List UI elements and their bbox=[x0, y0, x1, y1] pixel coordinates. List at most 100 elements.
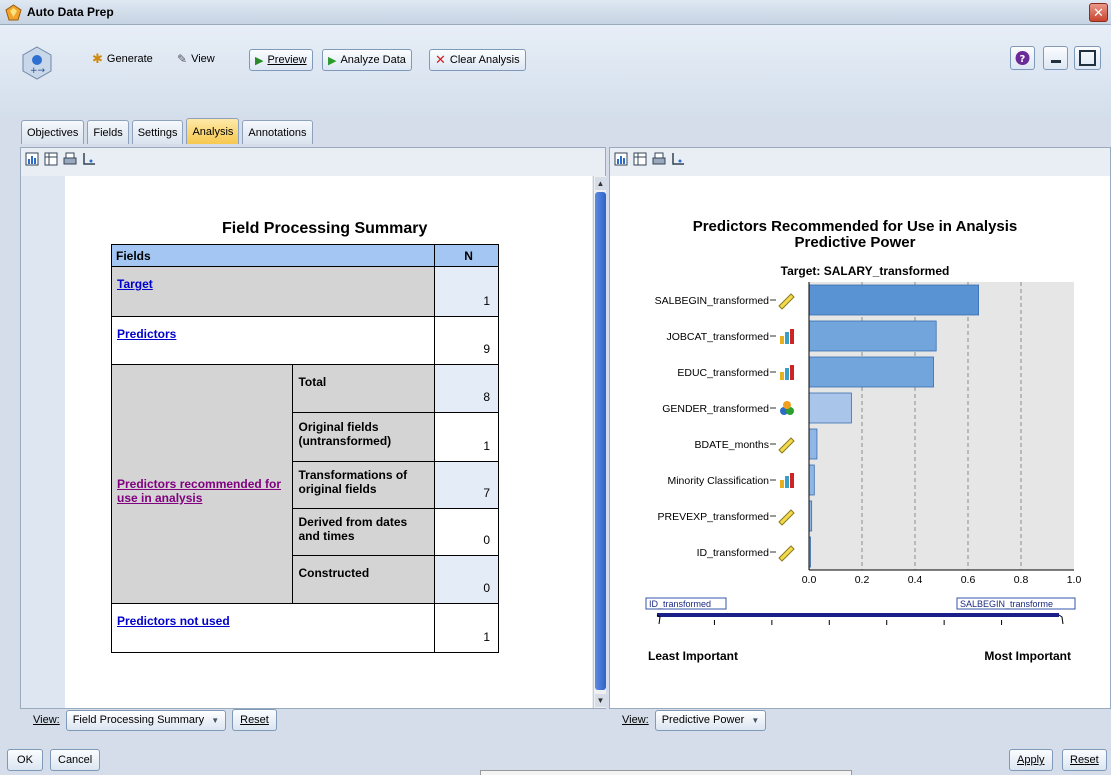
vertical-scrollbar[interactable]: ▲ ▼ bbox=[593, 176, 606, 708]
right-view-value: Predictive Power bbox=[661, 713, 745, 726]
bar-set-icon bbox=[780, 480, 784, 488]
chart-subtitle: Predictive Power bbox=[795, 234, 916, 251]
tab-objectives[interactable]: Objectives bbox=[21, 120, 85, 144]
header-n: N bbox=[434, 244, 499, 267]
copy-table-icon[interactable] bbox=[633, 152, 647, 166]
transformations-count: 7 bbox=[434, 461, 499, 509]
toolbar-area: +→ bbox=[0, 25, 1111, 116]
tab-analysis[interactable]: Analysis bbox=[186, 118, 240, 144]
left-view-value: Field Processing Summary bbox=[72, 713, 205, 726]
minimize-button[interactable] bbox=[1043, 46, 1068, 70]
close-button[interactable]: ✕ bbox=[1089, 3, 1108, 22]
minimize-icon bbox=[1051, 60, 1061, 63]
recommended-link[interactable]: Predictors recommended for use in analys… bbox=[117, 477, 281, 505]
bar bbox=[808, 356, 934, 388]
constructed-count: 0 bbox=[434, 555, 499, 604]
bar-set-icon bbox=[785, 368, 789, 380]
print-icon[interactable] bbox=[652, 152, 666, 166]
window-title: Auto Data Prep bbox=[27, 5, 114, 19]
cancel-button[interactable]: Cancel bbox=[50, 749, 101, 771]
bar-set-icon bbox=[785, 332, 789, 344]
preview-button[interactable]: ▶ Preview bbox=[249, 49, 313, 71]
ruler-icon bbox=[778, 437, 795, 454]
reset-button[interactable]: Reset bbox=[1062, 749, 1107, 771]
summary-title: Field Processing Summary bbox=[222, 220, 428, 237]
total-label: Total bbox=[292, 364, 436, 413]
tab-settings[interactable]: Settings bbox=[131, 120, 184, 144]
tab-annotations[interactable]: Annotations bbox=[242, 120, 313, 144]
slider-right-label: SALBEGIN_transforme bbox=[960, 599, 1053, 609]
copy-chart-icon[interactable] bbox=[614, 152, 628, 166]
derived-count: 0 bbox=[434, 508, 499, 556]
view-menu[interactable]: ✎ View bbox=[172, 48, 220, 70]
help-button[interactable]: ? bbox=[1010, 46, 1035, 70]
bar-set-icon bbox=[780, 372, 784, 380]
tab-fields[interactable]: Fields bbox=[87, 120, 129, 144]
target-link[interactable]: Target bbox=[117, 277, 153, 291]
bar-set-icon bbox=[790, 473, 794, 488]
category-label: ID_transformed bbox=[697, 547, 770, 559]
least-important-label: Least Important bbox=[648, 649, 738, 663]
svg-text:+→: +→ bbox=[30, 66, 46, 76]
bar-set-icon bbox=[785, 476, 789, 488]
right-panel-toolbar bbox=[610, 148, 1110, 170]
app-icon bbox=[5, 4, 22, 21]
category-label: Minority Classification bbox=[667, 475, 769, 487]
ruler-icon bbox=[778, 509, 795, 526]
view-label: View bbox=[191, 53, 215, 65]
clear-analysis-button[interactable]: ✕ Clear Analysis bbox=[429, 49, 526, 71]
analyze-data-button[interactable]: ▶ Analyze Data bbox=[322, 49, 412, 71]
predictors-count: 9 bbox=[434, 316, 499, 365]
apply-label: Apply bbox=[1017, 754, 1045, 766]
apply-button[interactable]: Apply bbox=[1009, 749, 1053, 771]
left-reset-label: Reset bbox=[240, 714, 269, 726]
left-view-select[interactable]: Field Processing Summary ▼ bbox=[65, 709, 227, 731]
field-processing-summary-table: Fields N Target 1 Predictors 9 Predictor… bbox=[110, 244, 499, 653]
not-used-link[interactable]: Predictors not used bbox=[117, 614, 230, 628]
analyze-label: Analyze Data bbox=[340, 54, 406, 66]
maximize-icon bbox=[1079, 50, 1096, 66]
bar bbox=[808, 428, 818, 460]
x-tick-label: 0.6 bbox=[961, 574, 976, 586]
predictors-cell: Predictors bbox=[110, 316, 436, 365]
cancel-label: Cancel bbox=[58, 754, 93, 766]
bar bbox=[808, 464, 815, 496]
right-view-label: View: bbox=[622, 714, 649, 726]
original-fields-count: 1 bbox=[434, 412, 499, 462]
x-tick-label: 0.0 bbox=[802, 574, 817, 586]
x-icon: ✕ bbox=[435, 52, 446, 67]
most-important-label: Most Important bbox=[984, 649, 1071, 663]
copy-table-icon[interactable] bbox=[44, 152, 58, 166]
maximize-button[interactable] bbox=[1074, 46, 1101, 70]
print-icon[interactable] bbox=[63, 152, 77, 166]
category-label: EDUC_transformed bbox=[677, 367, 769, 379]
bar-set-icon bbox=[790, 329, 794, 344]
auto-data-prep-node-icon: +→ bbox=[22, 46, 52, 80]
total-count: 8 bbox=[434, 364, 499, 413]
brush-icon: ✎ bbox=[177, 52, 188, 66]
preview-label: Preview bbox=[267, 54, 307, 66]
category-label: BDATE_months bbox=[695, 439, 770, 451]
left-reset-button[interactable]: Reset bbox=[232, 709, 277, 731]
category-label: PREVEXP_transformed bbox=[658, 511, 770, 523]
table-header-row: Fields N bbox=[110, 244, 499, 267]
scroll-up-icon[interactable]: ▲ bbox=[595, 177, 606, 190]
ok-button[interactable]: OK bbox=[7, 749, 43, 771]
chart-target-label: Target: SALARY_transformed bbox=[781, 264, 950, 278]
bar bbox=[808, 320, 937, 352]
close-icon: ✕ bbox=[1093, 5, 1104, 20]
axes-icon[interactable] bbox=[671, 152, 685, 166]
scroll-thumb[interactable] bbox=[595, 192, 606, 690]
slider-right-handle bbox=[1058, 614, 1064, 625]
predictors-link[interactable]: Predictors bbox=[117, 327, 176, 341]
title-bar: Auto Data Prep ✕ bbox=[0, 0, 1111, 25]
copy-chart-icon[interactable] bbox=[25, 152, 39, 166]
scroll-down-icon[interactable]: ▼ bbox=[595, 694, 606, 707]
right-view-row: View: Predictive Power ▼ bbox=[622, 709, 767, 731]
axes-icon[interactable] bbox=[82, 152, 96, 166]
left-panel-toolbar bbox=[21, 148, 605, 170]
bar bbox=[808, 392, 852, 424]
chevron-down-icon: ▼ bbox=[751, 715, 760, 725]
right-view-select[interactable]: Predictive Power ▼ bbox=[654, 709, 767, 731]
generate-menu[interactable]: ✱ Generate bbox=[87, 48, 158, 70]
